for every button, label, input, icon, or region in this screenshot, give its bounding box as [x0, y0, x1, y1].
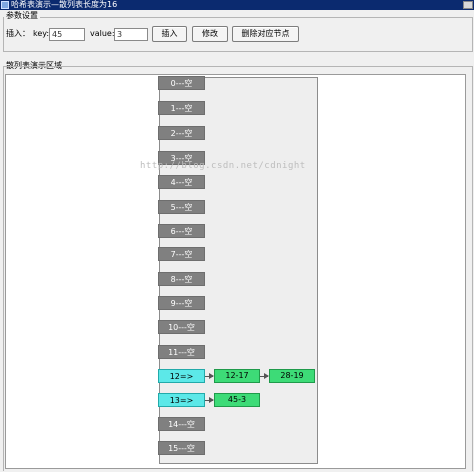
- insert-label: 插入：: [6, 29, 30, 38]
- slot-13: 13=>: [158, 393, 205, 407]
- slot-2: 2---空: [158, 126, 205, 140]
- watermark-text: http://blog.csdn.net/cdnight: [140, 161, 306, 171]
- maximize-icon[interactable]: [463, 1, 473, 9]
- slot-15: 15---空: [158, 441, 205, 455]
- slot-9: 9---空: [158, 296, 205, 310]
- key-label: key:: [33, 29, 50, 38]
- app-icon: [1, 1, 9, 9]
- chain-node: 45-3: [214, 393, 260, 407]
- value-label: value:: [90, 29, 115, 38]
- value-input[interactable]: 3: [114, 28, 148, 41]
- insert-button[interactable]: 插入: [152, 26, 187, 42]
- slot-1: 1---空: [158, 101, 205, 115]
- slot-6: 6---空: [158, 224, 205, 238]
- slot-5: 5---空: [158, 200, 205, 214]
- chain-node: 28-19: [269, 369, 315, 383]
- settings-legend: 参数设置: [4, 11, 40, 21]
- chain-node: 12-17: [214, 369, 260, 383]
- slot-4: 4---空: [158, 175, 205, 189]
- slot-7: 7---空: [158, 247, 205, 261]
- slot-14: 14---空: [158, 417, 205, 431]
- modify-button[interactable]: 修改: [192, 26, 228, 42]
- slot-10: 10---空: [158, 320, 205, 334]
- chain-arrow: [205, 373, 214, 379]
- demo-canvas: [5, 74, 466, 469]
- chain-arrow: [205, 397, 214, 403]
- delete-node-button[interactable]: 删除对应节点: [232, 26, 299, 42]
- chain-arrow: [260, 373, 269, 379]
- key-input[interactable]: 45: [49, 28, 85, 41]
- slot-8: 8---空: [158, 272, 205, 286]
- window-title: 哈希表演示—散列表长度为16: [11, 0, 118, 9]
- window-title-bar: 哈希表演示—散列表长度为16: [0, 0, 474, 10]
- slot-12: 12=>: [158, 369, 205, 383]
- slot-11: 11---空: [158, 345, 205, 359]
- slot-0: 0---空: [158, 76, 205, 90]
